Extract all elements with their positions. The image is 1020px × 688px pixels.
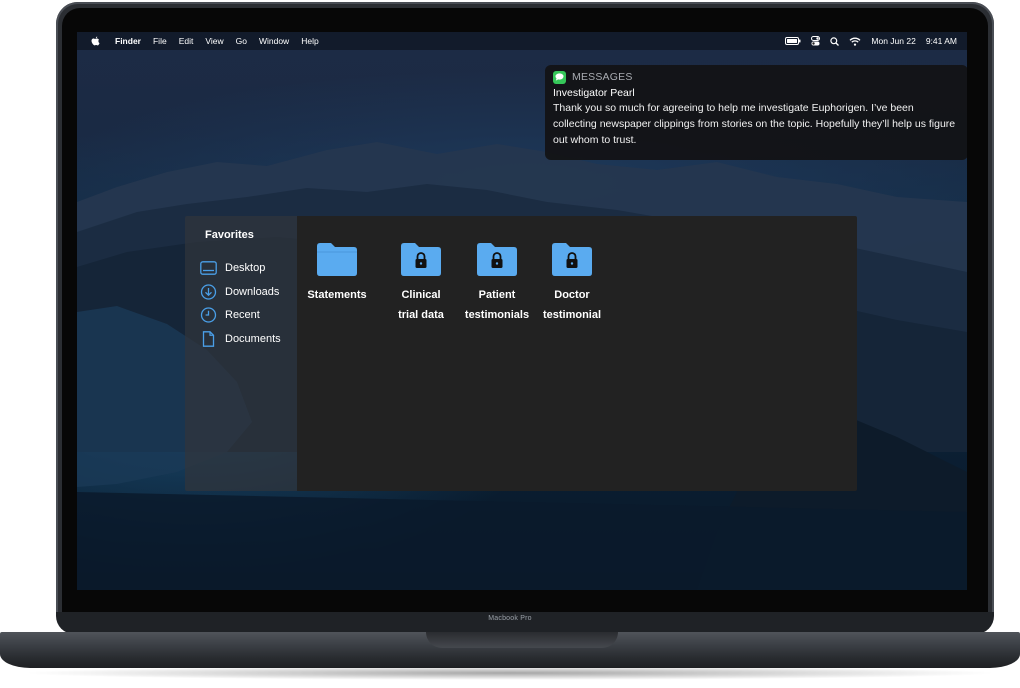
sidebar-item-documents[interactable]: Documents <box>200 331 281 347</box>
sidebar-item-label: Recent <box>225 309 260 321</box>
folder-icon <box>317 243 357 276</box>
folder-label-line2: trial data <box>398 309 444 321</box>
folder-doctor-testimonial[interactable]: Doctor testimonial <box>532 242 612 325</box>
folder-label-line1: Doctor <box>554 289 590 301</box>
locked-folder-icon <box>552 243 592 276</box>
menu-window[interactable]: Window <box>259 36 289 46</box>
battery-icon[interactable] <box>785 37 801 45</box>
menu-app-finder[interactable]: Finder <box>115 36 141 46</box>
apple-icon[interactable] <box>91 36 101 46</box>
menu-go[interactable]: Go <box>236 36 247 46</box>
menubar-status-area: Mon Jun 22 9:41 AM <box>785 36 967 46</box>
laptop-shadow <box>20 666 1000 680</box>
folder-patient-testimonials[interactable]: Patient testimonials <box>457 242 537 325</box>
folder-clinical-trial-data[interactable]: Clinical trial data <box>381 242 461 325</box>
folder-label-line1: Patient <box>478 289 516 301</box>
menubar-date[interactable]: Mon Jun 22 <box>871 36 915 46</box>
wifi-icon[interactable] <box>849 37 861 46</box>
document-icon <box>200 331 217 347</box>
folder-label-line2: testimonials <box>464 309 530 321</box>
laptop-hinge-notch <box>426 632 618 648</box>
finder-window: Favorites Desktop Downloads Recent Docum… <box>185 216 857 491</box>
desktop-screen: Finder File Edit View Go Window Help Mon… <box>77 32 967 590</box>
sidebar-item-label: Documents <box>225 333 281 345</box>
finder-sidebar: Favorites Desktop Downloads Recent Docum… <box>185 216 297 491</box>
menu-file[interactable]: File <box>153 36 167 46</box>
menu-help[interactable]: Help <box>301 36 318 46</box>
folder-statements[interactable]: Statements <box>297 242 377 305</box>
menu-bar: Finder File Edit View Go Window Help Mon… <box>77 32 967 50</box>
menu-edit[interactable]: Edit <box>179 36 194 46</box>
menu-view[interactable]: View <box>205 36 223 46</box>
device-model-label: Macbook Pro <box>488 615 532 622</box>
notification-message: Thank you so much for agreeing to help m… <box>553 102 956 146</box>
folder-label-line2: testimonial <box>542 309 602 321</box>
desktop-icon <box>200 261 217 275</box>
downloads-icon <box>200 284 217 300</box>
sidebar-item-downloads[interactable]: Downloads <box>200 284 279 300</box>
folder-label-line1: Clinical <box>401 289 441 301</box>
sidebar-item-desktop[interactable]: Desktop <box>200 260 265 276</box>
sidebar-item-recent[interactable]: Recent <box>200 307 260 323</box>
control-center-icon[interactable] <box>811 36 821 46</box>
sidebar-item-label: Desktop <box>225 262 266 274</box>
menubar-time[interactable]: 9:41 AM <box>926 36 957 46</box>
sidebar-item-label: Downloads <box>225 286 280 298</box>
messages-icon <box>553 70 566 84</box>
clock-icon <box>200 307 217 323</box>
message-notification[interactable]: MESSAGES Investigator Pearl Thank you so… <box>545 65 967 160</box>
locked-folder-icon <box>401 243 441 276</box>
notification-sender: Investigator Pearl <box>553 87 635 99</box>
finder-content: Statements Clinical trial data Patient t… <box>297 216 857 491</box>
sidebar-favorites-title: Favorites <box>205 229 254 241</box>
folder-label-line1: Statements <box>307 289 367 301</box>
notification-app-name: MESSAGES <box>572 71 633 83</box>
search-icon[interactable] <box>830 36 840 46</box>
locked-folder-icon <box>477 243 517 276</box>
